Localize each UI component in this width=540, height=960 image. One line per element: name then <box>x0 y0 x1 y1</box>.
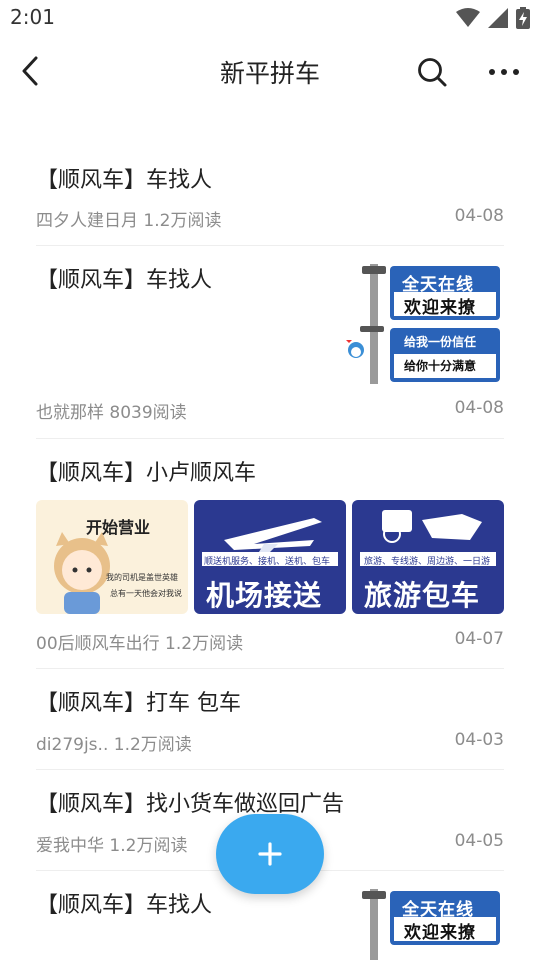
image-caption: 开始营业 <box>86 518 151 537</box>
post-meta: 四夕人建日月 1.2万阅读 <box>36 211 222 231</box>
post-meta: di279js.. 1.2万阅读 <box>36 735 192 755</box>
post-title: 【顺风车】打车 包车 <box>36 691 241 716</box>
post-item[interactable]: 【顺风车】小卢顺风车 开始营业 我的司机是盖世英雄 总有一天他会对我说 顺送机服… <box>36 439 504 669</box>
post-title: 【顺风车】小卢顺风车 <box>36 461 257 486</box>
search-icon[interactable] <box>416 56 448 88</box>
plus-icon <box>258 842 282 866</box>
post-thumbnail: 全天在线 欢迎来撩 给我一份信任 给你十分满意 <box>344 264 504 384</box>
page-title: 新平拼车 <box>219 59 320 88</box>
sign-line3: 给我一份信任 <box>404 335 477 349</box>
status-bar: 2:01 <box>0 0 540 36</box>
image-subtitle: 顺送机服务、接机、送机、包车 <box>204 557 331 567</box>
post-title: 【顺风车】车找人 <box>36 168 213 193</box>
nav-bar: 新平拼车 <box>0 36 540 106</box>
battery-charging-icon <box>516 7 530 29</box>
status-time: 2:01 <box>10 5 55 29</box>
post-item[interactable]: 【顺风车】车找人 四夕人建日月 1.2万阅读 04-08 <box>36 150 504 246</box>
signal-icon <box>488 8 508 28</box>
image-subtitle: 旅游、专线游、周边游、一日游 <box>364 557 491 567</box>
sign-line1: 全天在线 <box>402 900 474 920</box>
post-date: 04-07 <box>454 629 504 649</box>
post-image: 旅游、专线游、周边游、一日游 旅游包车 <box>352 500 504 614</box>
post-date: 04-08 <box>454 206 504 226</box>
more-icon[interactable] <box>488 61 520 83</box>
post-title: 【顺风车】车找人 <box>36 268 213 293</box>
post-item[interactable]: 【顺风车】打车 包车 di279js.. 1.2万阅读 04-03 <box>36 669 504 770</box>
add-post-button[interactable] <box>216 814 324 894</box>
post-title: 【顺风车】车找人 <box>36 893 213 918</box>
post-thumbnail: 全天在线 欢迎来撩 <box>344 889 504 960</box>
status-icons <box>456 7 530 29</box>
post-date: 04-05 <box>454 831 504 851</box>
post-item[interactable]: 【顺风车】车找人 全天在线 欢迎来撩 给我一份信任 给你十分满意 也就那样 80… <box>36 246 504 439</box>
image-small-text: 我的司机是盖世英雄 <box>106 573 178 582</box>
post-date: 04-03 <box>454 730 504 750</box>
post-image: 开始营业 我的司机是盖世英雄 总有一天他会对我说 <box>36 500 188 614</box>
wifi-icon <box>456 8 480 27</box>
post-title: 【顺风车】找小货车做巡回广告 <box>36 792 345 817</box>
image-caption: 旅游包车 <box>364 579 481 612</box>
sign-line2: 欢迎来撩 <box>404 923 476 943</box>
post-meta: 爱我中华 1.2万阅读 <box>36 836 188 856</box>
image-caption: 机场接送 <box>206 579 323 612</box>
post-meta: 也就那样 8039阅读 <box>36 403 187 423</box>
post-date: 04-08 <box>454 398 504 418</box>
sign-line1: 全天在线 <box>402 275 474 295</box>
sign-line4: 给你十分满意 <box>404 359 477 373</box>
post-meta: 00后顺风车出行 1.2万阅读 <box>36 634 244 654</box>
sign-line2: 欢迎来撩 <box>404 298 476 318</box>
image-small-text: 总有一天他会对我说 <box>110 589 182 598</box>
post-image: 顺送机服务、接机、送机、包车 机场接送 <box>194 500 346 614</box>
